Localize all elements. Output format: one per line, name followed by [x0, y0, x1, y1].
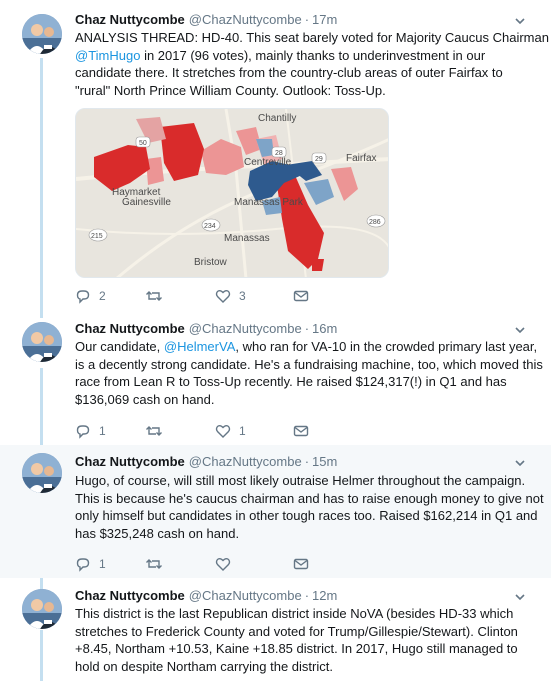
tweet[interactable]: Chaz Nuttycombe @ChazNuttycombe · 17m AN… — [0, 0, 551, 314]
map-label-bristow: Bristow — [194, 257, 228, 268]
retweet-button[interactable] — [145, 423, 215, 439]
like-button[interactable] — [215, 556, 293, 572]
route-label: 50 — [139, 140, 147, 147]
reply-count: 2 — [99, 289, 106, 303]
tweet-timestamp[interactable]: 16m — [312, 321, 337, 336]
tweet-timestamp[interactable]: 17m — [312, 12, 337, 27]
mention-link[interactable]: @HelmerVA — [164, 339, 235, 354]
tweet-line: only himself but candidates in other tou… — [75, 508, 538, 523]
map-label-fairfax: Fairfax — [346, 153, 377, 164]
route-label: 286 — [369, 219, 381, 226]
reply-button[interactable]: 1 — [75, 423, 145, 439]
map-label-manassas: Manassas — [224, 233, 270, 244]
tweet-line: $136,069 cash on hand. — [75, 391, 215, 407]
direct-message-button[interactable] — [293, 288, 309, 304]
tweet-line: ANALYSIS THREAD: HD-40. This seat barely… — [75, 30, 549, 45]
author-name[interactable]: Chaz Nuttycombe — [75, 588, 185, 603]
tweet-text: Our candidate, @HelmerVA, who ran for VA… — [75, 338, 543, 408]
route-label: 215 — [91, 233, 103, 240]
author-name[interactable]: Chaz Nuttycombe — [75, 321, 185, 336]
avatar[interactable] — [22, 14, 62, 54]
route-label: 234 — [204, 223, 216, 230]
tweet[interactable]: Chaz Nuttycombe @ChazNuttycombe · 12m Th… — [0, 578, 551, 681]
direct-message-button[interactable] — [293, 556, 309, 572]
tweet-actions: 1 — [75, 555, 309, 573]
tweet-line: has $325,248 cash on hand. — [75, 525, 240, 541]
tweet-line: in 2017 (96 votes), mainly thanks to und… — [144, 47, 486, 63]
author-name[interactable]: Chaz Nuttycombe — [75, 454, 185, 469]
reply-count: 1 — [99, 557, 106, 571]
reply-button[interactable]: 2 — [75, 288, 145, 304]
tweet-line: Our candidate, — [75, 339, 164, 354]
retweet-icon — [146, 559, 162, 569]
map-label-gainesville: Gainesville — [122, 197, 171, 208]
author-name[interactable]: Chaz Nuttycombe — [75, 12, 185, 27]
avatar[interactable] — [22, 453, 62, 493]
retweet-icon — [146, 426, 162, 436]
envelope-icon — [293, 290, 309, 302]
heart-icon — [215, 425, 231, 438]
reply-button[interactable]: 1 — [75, 556, 145, 572]
chevron-down-icon[interactable] — [513, 456, 527, 470]
map-label-chantilly: Chantilly — [258, 113, 296, 124]
tweet-actions: 2 3 — [75, 287, 309, 305]
author-handle[interactable]: @ChazNuttycombe — [189, 454, 302, 469]
chevron-down-icon[interactable] — [513, 323, 527, 337]
tweet-line: "rural" North Prince William County. Out… — [75, 82, 386, 98]
envelope-icon — [293, 558, 309, 570]
tweet-actions: 1 1 — [75, 422, 309, 440]
like-count: 1 — [239, 424, 246, 438]
tweet-line: hold on despite Northam carrying the dis… — [75, 658, 333, 674]
direct-message-button[interactable] — [293, 423, 309, 439]
tweet-header: Chaz Nuttycombe @ChazNuttycombe · 16m — [75, 321, 338, 336]
like-count: 3 — [239, 289, 246, 303]
tweet[interactable]: Chaz Nuttycombe @ChazNuttycombe · 16m Ou… — [0, 314, 551, 445]
like-button[interactable]: 3 — [215, 288, 293, 304]
route-label: 29 — [315, 156, 323, 163]
route-label: 28 — [275, 150, 283, 157]
tweet-text: ANALYSIS THREAD: HD-40. This seat barely… — [75, 29, 549, 99]
tweet-line: This district is the last Republican dis… — [75, 606, 514, 621]
avatar[interactable] — [22, 322, 62, 362]
author-handle[interactable]: @ChazNuttycombe — [189, 12, 302, 27]
reply-icon — [76, 558, 90, 572]
tweet[interactable]: Chaz Nuttycombe @ChazNuttycombe · 15m Hu… — [0, 445, 551, 578]
chevron-down-icon[interactable] — [513, 590, 527, 604]
retweet-icon — [146, 291, 162, 301]
tweet-timestamp[interactable]: 15m — [312, 454, 337, 469]
tweet-line: This is because he's caucus chairman and… — [75, 490, 544, 506]
map-label-centreville: Centreville — [244, 157, 292, 168]
tweet-line: stretches to Frederick County and voted … — [75, 623, 518, 639]
author-handle[interactable]: @ChazNuttycombe — [189, 321, 302, 336]
heart-icon — [215, 290, 231, 303]
tweet-text: This district is the last Republican dis… — [75, 605, 525, 675]
tweet-line: , who ran for VA-10 in the crowded prima… — [235, 339, 538, 354]
tweet-line: candidate there. It stretches from the c… — [75, 65, 503, 80]
tweet-header: Chaz Nuttycombe @ChazNuttycombe · 17m — [75, 12, 338, 27]
tweet-timestamp[interactable]: 12m — [312, 588, 337, 603]
avatar[interactable] — [22, 589, 62, 629]
retweet-button[interactable] — [145, 288, 215, 304]
tweet-line: +8.45, Northam +10.53, Kaine +18.85 dist… — [75, 641, 518, 656]
map-label-manassas-park: Manassas Park — [234, 197, 304, 208]
mention-link[interactable]: @TimHugo — [75, 48, 140, 63]
envelope-icon — [293, 425, 309, 437]
author-handle[interactable]: @ChazNuttycombe — [189, 588, 302, 603]
tweet-text: Hugo, of course, will still most likely … — [75, 472, 544, 542]
tweet-header: Chaz Nuttycombe @ChazNuttycombe · 15m — [75, 454, 338, 469]
reply-count: 1 — [99, 424, 106, 438]
reply-icon — [76, 425, 90, 439]
tweet-line: Hugo, of course, will still most likely … — [75, 473, 526, 488]
district-map-image[interactable]: 50 28 29 234 215 286 Chantilly Centrevil… — [75, 108, 389, 278]
chevron-down-icon[interactable] — [513, 14, 527, 28]
reply-icon — [76, 290, 90, 304]
like-button[interactable]: 1 — [215, 423, 293, 439]
tweet-line: is a decently strong candidate. He's a f… — [75, 356, 543, 372]
tweet-line: race from Lean R to Toss-Up recently. He… — [75, 374, 507, 389]
tweet-header: Chaz Nuttycombe @ChazNuttycombe · 12m — [75, 588, 338, 603]
heart-icon — [215, 558, 231, 571]
tweet-thread: Chaz Nuttycombe @ChazNuttycombe · 17m AN… — [0, 0, 551, 681]
retweet-button[interactable] — [145, 556, 215, 572]
